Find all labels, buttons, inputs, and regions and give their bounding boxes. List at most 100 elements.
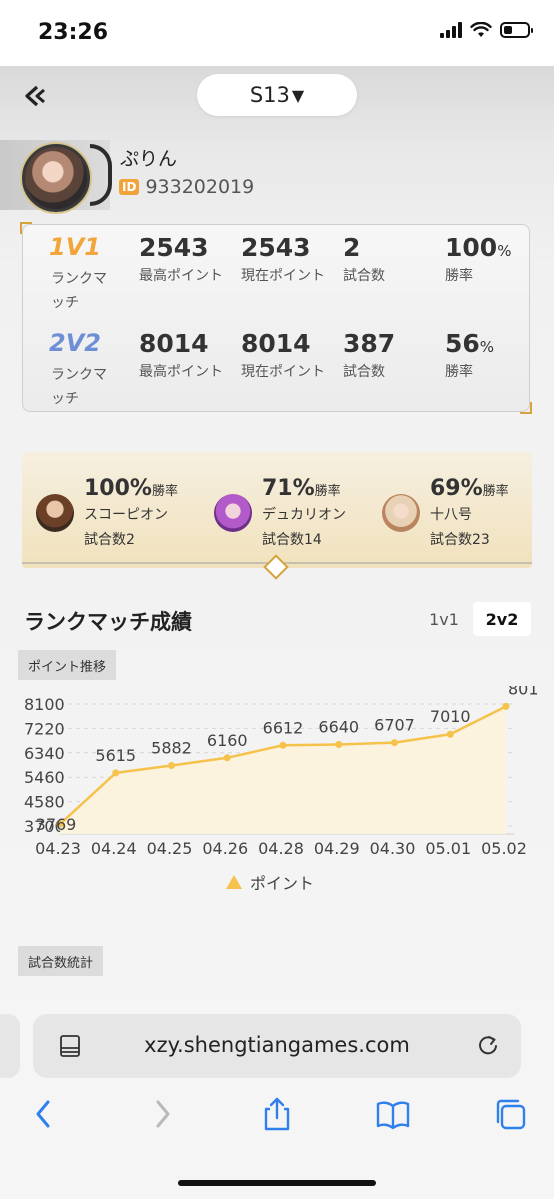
max-points-label: 最高ポイント bbox=[139, 268, 223, 284]
max-points: 8014 最高ポイント bbox=[139, 329, 231, 384]
win-rate: 100% 勝率 bbox=[445, 233, 537, 288]
tab-2v2[interactable]: 2v2 bbox=[473, 602, 531, 636]
tabs-icon[interactable] bbox=[492, 1096, 528, 1132]
x-tick-label: 04.28 bbox=[258, 839, 304, 858]
caret-down-icon: ▼ bbox=[291, 85, 305, 105]
hero-name: 十八号 bbox=[430, 507, 472, 523]
hero-win-rate-label: 勝率 bbox=[482, 484, 509, 499]
data-point bbox=[168, 761, 175, 769]
cellular-signal-icon bbox=[440, 22, 462, 38]
wifi-icon bbox=[470, 22, 492, 37]
season-label: S13 bbox=[249, 83, 290, 107]
season-selector[interactable]: S13 ▼ bbox=[197, 74, 357, 116]
x-tick-label: 04.25 bbox=[147, 839, 193, 858]
games-stats-tag: 試合数統計 bbox=[18, 946, 104, 976]
status-icons bbox=[440, 22, 533, 38]
player-id: ID 933202019 bbox=[119, 176, 254, 198]
forward-chevron-icon[interactable] bbox=[144, 1096, 180, 1132]
data-point bbox=[279, 741, 287, 749]
win-rate: 56% 勝率 bbox=[445, 329, 537, 384]
x-tick-label: 04.24 bbox=[91, 839, 137, 858]
x-tick-label: 04.23 bbox=[35, 839, 81, 858]
win-rate-label: 勝率 bbox=[445, 268, 473, 284]
tab-1v1[interactable]: 1v1 bbox=[415, 602, 473, 636]
mode-sublabel: ランクマッチ bbox=[51, 271, 107, 311]
x-tick-label: 05.02 bbox=[481, 839, 527, 858]
games-count: 2 試合数 bbox=[343, 233, 435, 288]
hero-win-rate-label: 勝率 bbox=[314, 484, 341, 499]
status-time: 23:26 bbox=[38, 20, 109, 45]
data-label: 7010 bbox=[430, 707, 471, 726]
player-profile: ぷりん ID 933202019 bbox=[0, 136, 554, 216]
bookmarks-icon[interactable] bbox=[375, 1096, 411, 1132]
x-tick-label: 04.29 bbox=[314, 839, 360, 858]
stat-row-2v2: 2V2 ランクマッチ 8014 最高ポイント 8014 現在ポイント 387 試… bbox=[23, 325, 529, 415]
mode-label: 2V2 bbox=[49, 329, 101, 357]
win-rate-label: 勝率 bbox=[445, 364, 473, 380]
battery-icon bbox=[500, 22, 533, 38]
y-tick-label: 5460 bbox=[24, 768, 65, 787]
current-points-label: 現在ポイント bbox=[241, 364, 325, 380]
reload-icon[interactable] bbox=[477, 1034, 499, 1056]
data-label: 5882 bbox=[151, 738, 192, 757]
id-badge-icon: ID bbox=[119, 179, 140, 195]
data-point bbox=[446, 730, 454, 738]
hero-win-rate-label: 勝率 bbox=[151, 484, 178, 499]
x-tick-label: 04.30 bbox=[370, 839, 416, 858]
hero-win-rate: 69% bbox=[430, 476, 483, 501]
share-icon[interactable] bbox=[259, 1096, 295, 1132]
legend-triangle-icon bbox=[226, 875, 242, 889]
stat-row-1v1: 1V1 ランクマッチ 2543 最高ポイント 2543 現在ポイント 2 試合数… bbox=[23, 229, 529, 319]
y-tick-label: 6340 bbox=[24, 744, 65, 763]
hero-win-rate: 71% bbox=[262, 476, 315, 501]
back-arrow-icon[interactable] bbox=[22, 84, 48, 108]
current-points: 2543 現在ポイント bbox=[241, 233, 333, 288]
max-points-label: 最高ポイント bbox=[139, 364, 223, 380]
points-chart: 81007220634054604580370037695615 5882 6160… bbox=[24, 686, 539, 858]
web-page: S13 ▼ ぷりん ID 933202019 1V1 ランクマッチ 2543 最… bbox=[0, 66, 554, 1000]
home-indicator bbox=[178, 1180, 376, 1186]
points-trend-tag: ポイント推移 bbox=[18, 650, 117, 680]
mode-sublabel: ランクマッチ bbox=[51, 367, 107, 407]
hero-avatar bbox=[36, 494, 74, 532]
hero-name: スコーピオン bbox=[84, 507, 168, 523]
win-rate-unit: % bbox=[497, 242, 512, 260]
y-tick-label: 4580 bbox=[24, 793, 65, 812]
avatar-ring bbox=[90, 144, 112, 206]
browser-toolbar bbox=[0, 1096, 554, 1146]
x-tick-label: 04.26 bbox=[202, 839, 248, 858]
games-label: 試合数 bbox=[343, 268, 385, 284]
games-label: 試合数 bbox=[343, 364, 385, 380]
previous-tab[interactable] bbox=[0, 1014, 20, 1078]
data-point bbox=[112, 769, 120, 777]
data-label: 3769 bbox=[36, 815, 77, 834]
current-points-value: 2543 bbox=[241, 233, 311, 262]
current-points-label: 現在ポイント bbox=[241, 268, 325, 284]
max-points-value: 2543 bbox=[139, 233, 209, 262]
address-bar[interactable]: xzy.shengtiangames.com bbox=[33, 1014, 521, 1078]
data-label: 6640 bbox=[318, 717, 359, 736]
data-label: 801 bbox=[508, 686, 539, 698]
win-rate-value: 100 bbox=[445, 233, 498, 262]
legend-label: ポイント bbox=[250, 874, 315, 893]
chart-legend[interactable]: ポイント bbox=[226, 870, 314, 894]
back-chevron-icon[interactable] bbox=[26, 1096, 62, 1132]
avatar bbox=[22, 144, 90, 212]
data-point bbox=[223, 754, 231, 762]
data-point bbox=[335, 740, 343, 748]
username: ぷりん bbox=[120, 148, 178, 170]
max-points-value: 8014 bbox=[139, 329, 209, 358]
hero-win-rate: 100% bbox=[84, 476, 152, 501]
hero-games: 試合数2 bbox=[84, 532, 135, 548]
hero-avatar bbox=[382, 494, 420, 532]
hero-games: 試合数14 bbox=[262, 532, 322, 548]
browser-chrome: xzy.shengtiangames.com bbox=[0, 1000, 554, 1199]
win-rate-unit: % bbox=[479, 338, 495, 356]
data-point bbox=[391, 739, 398, 747]
current-points-value: 8014 bbox=[241, 329, 311, 358]
id-number: 933202019 bbox=[145, 176, 255, 198]
status-bar: 23:26 bbox=[0, 0, 554, 66]
avatar-frame bbox=[0, 140, 112, 212]
x-tick-label: 05.01 bbox=[425, 839, 471, 858]
current-points: 8014 現在ポイント bbox=[241, 329, 333, 384]
